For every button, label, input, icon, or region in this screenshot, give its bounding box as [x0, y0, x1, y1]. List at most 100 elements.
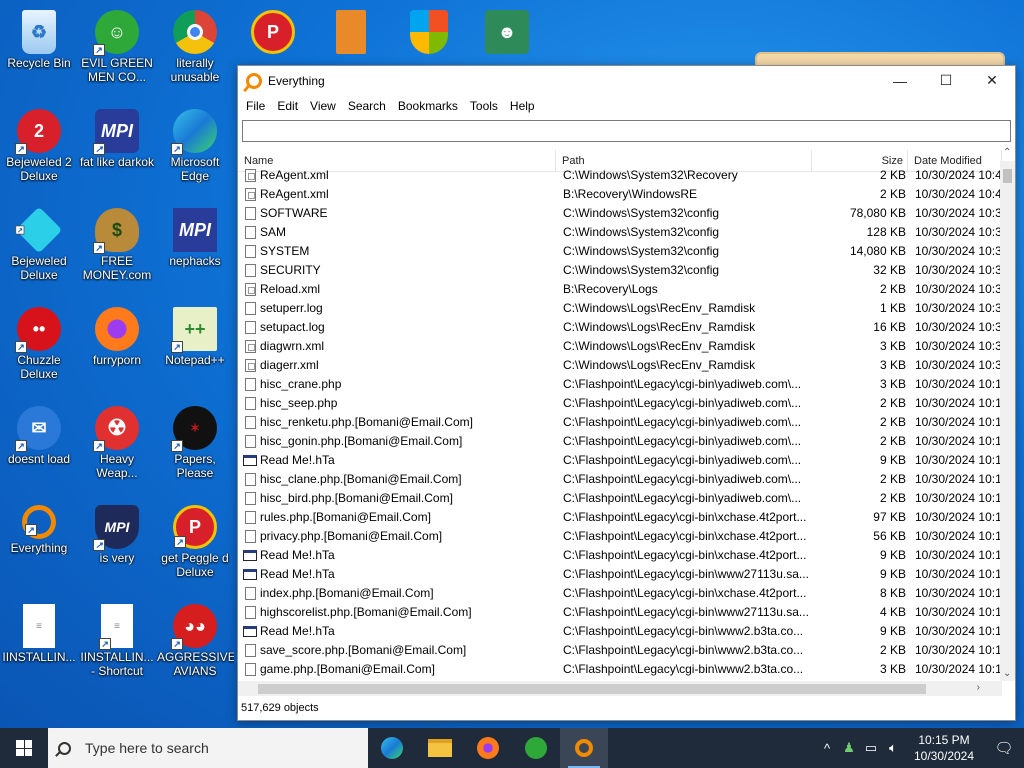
network-icon[interactable]: ▭ — [860, 740, 882, 756]
table-row[interactable]: game.php.[Bomani@Email.Com] C:\Flashpoint… — [238, 660, 1002, 679]
tray-chevron-icon[interactable]: ^ — [816, 741, 838, 756]
table-row[interactable]: Read Me!.hTa C:\Flashpoint\Legacy\cgi-bin… — [238, 451, 1002, 470]
notification-icon[interactable]: 🗨︎ — [984, 739, 1024, 757]
table-row[interactable]: Read Me!.hTa C:\Flashpoint\Legacy\cgi-bin… — [238, 546, 1002, 565]
table-row[interactable]: Read Me!.hTa C:\Flashpoint\Legacy\cgi-bin… — [238, 622, 1002, 641]
table-row[interactable]: Read Me!.hTa C:\Flashpoint\Legacy\cgi-bin… — [238, 565, 1002, 584]
table-row[interactable]: SAM C:\Windows\System32\config 128 KB 10/30… — [238, 223, 1002, 242]
table-row[interactable]: ReAgent.xml C:\Windows\System32\Recovery 2… — [238, 166, 1002, 185]
menu-view[interactable]: View — [304, 99, 342, 113]
taskbar-edge[interactable] — [368, 728, 416, 768]
taskbar-search-box[interactable]: Type here to search — [48, 728, 368, 768]
table-row[interactable]: save_score.php.[Bomani@Email.Com] C:\Flas… — [238, 641, 1002, 660]
volume-icon[interactable]: 🔈︎ — [882, 740, 904, 756]
table-row[interactable]: SECURITY C:\Windows\System32\config 32 KB 1… — [238, 261, 1002, 280]
fat-like-darkok-shortcut[interactable]: MPI ↗ fat like darkok — [78, 103, 156, 193]
clock[interactable]: 10:15 PM 10/30/2024 — [904, 732, 984, 764]
table-row[interactable]: hisc_gonin.php.[Bomani@Email.Com] C:\Flas… — [238, 432, 1002, 451]
installing-shortcut[interactable]: ≡ ↗ IINSTALLIN... - Shortcut — [78, 598, 156, 688]
is-very-shortcut[interactable]: MPI ↗ is very — [78, 499, 156, 589]
date-modified-cell: 10/30/2024 10:40 — [915, 168, 1001, 182]
table-row[interactable]: setupact.log C:\Windows\Logs\RecEnv_Ramdi… — [238, 318, 1002, 337]
doesnt-load-shortcut[interactable]: ✉ ↗ doesnt load — [0, 400, 78, 490]
search-icon — [58, 741, 71, 755]
start-button[interactable] — [0, 728, 48, 768]
table-row[interactable]: privacy.php.[Bomani@Email.Com] C:\Flashpo… — [238, 527, 1002, 546]
table-row[interactable]: hisc_renketu.php.[Bomani@Email.Com] C:\Fl… — [238, 413, 1002, 432]
everything-shortcut[interactable]: ↗ Everything — [0, 499, 78, 589]
bejeweled2-icon: 2 ↗ — [15, 109, 61, 155]
taskbar-file-explorer[interactable] — [416, 728, 464, 768]
people-icon[interactable]: ♟ — [838, 740, 860, 756]
table-row[interactable]: SOFTWARE C:\Windows\System32\config 78,080… — [238, 204, 1002, 223]
table-row[interactable]: SYSTEM C:\Windows\System32\config 14,080 K… — [238, 242, 1002, 261]
taskbar-firefox[interactable] — [464, 728, 512, 768]
heavy-weapon-shortcut[interactable]: ☢ ↗ Heavy Weap... — [78, 400, 156, 490]
file-size-cell: 9 KB — [879, 453, 906, 467]
table-row[interactable]: Reload.xml B:\Recovery\Logs 2 KB 10/30/2024… — [238, 280, 1002, 299]
installing-file[interactable]: ≡ IINSTALLIN... — [0, 598, 78, 688]
taskbar-green-men[interactable] — [512, 728, 560, 768]
table-row[interactable]: hisc_seep.php C:\Flashpoint\Legacy\cgi-bi… — [238, 394, 1002, 413]
file-name-cell: diagerr.xml — [260, 358, 319, 372]
desktop-icon-label: Bejeweled 2 Deluxe — [6, 155, 72, 183]
menu-file[interactable]: File — [240, 99, 271, 113]
horizontal-scroll-thumb[interactable] — [258, 684, 926, 694]
scroll-up-arrow-icon[interactable]: ⌃ — [1003, 147, 1011, 158]
peggle-shortcut[interactable]: P ↗ get Peggle d Deluxe — [156, 499, 234, 589]
free-money-shortcut[interactable]: $ ↗ FREE MONEY.com — [78, 202, 156, 292]
search-box[interactable] — [242, 120, 1011, 142]
chuzzle-shortcut[interactable]: •• ↗ Chuzzle Deluxe — [0, 301, 78, 391]
scroll-right-arrow-icon[interactable]: › — [977, 682, 980, 693]
minimize-button[interactable]: — — [877, 66, 923, 95]
desktop-icon-label: Notepad++ — [165, 353, 225, 367]
taskbar-everything[interactable] — [560, 728, 608, 768]
menu-help[interactable]: Help — [504, 99, 541, 113]
bejeweled2-shortcut[interactable]: 2 ↗ Bejeweled 2 Deluxe — [0, 103, 78, 193]
table-row[interactable]: hisc_crane.php C:\Flashpoint\Legacy\cgi-b… — [238, 375, 1002, 394]
nephacks-shortcut[interactable]: MPI nephacks — [156, 202, 234, 292]
file-path-cell: C:\Flashpoint\Legacy\cgi-bin\xchase.4t2p… — [563, 586, 807, 600]
maximize-button[interactable]: ☐ — [923, 66, 969, 95]
date-modified-cell: 10/30/2024 10:15 — [915, 567, 1001, 581]
evil-green-men-shortcut[interactable]: ☺ ↗ EVIL GREEN MEN CO... — [78, 4, 156, 94]
vertical-scroll-thumb[interactable] — [1003, 169, 1012, 183]
file-path-cell: C:\Windows\System32\Recovery — [563, 168, 738, 182]
table-row[interactable]: hisc_bird.php.[Bomani@Email.Com] C:\Flash… — [238, 489, 1002, 508]
literally-unusable-shortcut[interactable]: literally unusable — [156, 4, 234, 94]
table-row[interactable]: diagerr.xml C:\Windows\Logs\RecEnv_Ramdis… — [238, 356, 1002, 375]
table-row[interactable]: diagwrn.xml C:\Windows\Logs\RecEnv_Ramdis… — [238, 337, 1002, 356]
table-row[interactable]: rules.php.[Bomani@Email.Com] C:\Flashpoin… — [238, 508, 1002, 527]
table-row[interactable]: highscorelist.php.[Bomani@Email.Com] C:\F… — [238, 603, 1002, 622]
table-row[interactable]: hisc_clane.php.[Bomani@Email.Com] C:\Flas… — [238, 470, 1002, 489]
horizontal-scrollbar[interactable]: › — [238, 681, 1002, 697]
table-row[interactable]: index.php.[Bomani@Email.Com] C:\Flashpoin… — [238, 584, 1002, 603]
file-icon — [245, 435, 256, 448]
microsoft-edge-shortcut[interactable]: ↗ Microsoft Edge — [156, 103, 234, 193]
scroll-down-arrow-icon[interactable]: ⌄ — [1003, 668, 1011, 679]
file-name-cell: ReAgent.xml — [260, 187, 329, 201]
aggressive-avians-shortcut[interactable]: ◕◕ ↗ AGGRESSIVE AVIANS — [156, 598, 234, 688]
file-size-cell: 16 KB — [873, 320, 906, 334]
table-row[interactable]: setuperr.log C:\Windows\Logs\RecEnv_Ramdi… — [238, 299, 1002, 318]
table-row[interactable]: ReAgent.xml B:\Recovery\WindowsRE 2 KB 10/3… — [238, 185, 1002, 204]
desktop-icon-label: fat like darkok — [79, 155, 155, 169]
vertical-scrollbar[interactable]: ⌃ ⌄ — [1000, 147, 1015, 681]
papers-please-shortcut[interactable]: ✶ ↗ Papers, Please — [156, 400, 234, 490]
title-bar[interactable]: Everything — ☐ ✕ — [238, 66, 1015, 95]
menu-edit[interactable]: Edit — [271, 99, 304, 113]
menu-tools[interactable]: Tools — [464, 99, 504, 113]
recycle-bin-shortcut[interactable]: ♻ Recycle Bin — [0, 4, 78, 94]
close-button[interactable]: ✕ — [969, 66, 1015, 95]
bejeweled-shortcut[interactable]: ↗ Bejeweled Deluxe — [0, 202, 78, 292]
file-icon — [245, 321, 256, 334]
results-list[interactable]: ReAgent.xml C:\Windows\System32\Recovery 2… — [238, 166, 1002, 681]
notepad-plus-plus-shortcut[interactable]: ++ ↗ Notepad++ — [156, 301, 234, 391]
date-modified-cell: 10/30/2024 10:39 — [915, 263, 1001, 277]
file-path-cell: C:\Flashpoint\Legacy\cgi-bin\xchase.4t2p… — [563, 529, 807, 543]
menu-bookmarks[interactable]: Bookmarks — [392, 99, 464, 113]
search-input[interactable] — [248, 123, 1005, 137]
file-path-cell: C:\Flashpoint\Legacy\cgi-bin\yadiweb.com… — [563, 434, 802, 448]
menu-search[interactable]: Search — [342, 99, 392, 113]
furryporn-shortcut[interactable]: furryporn — [78, 301, 156, 391]
